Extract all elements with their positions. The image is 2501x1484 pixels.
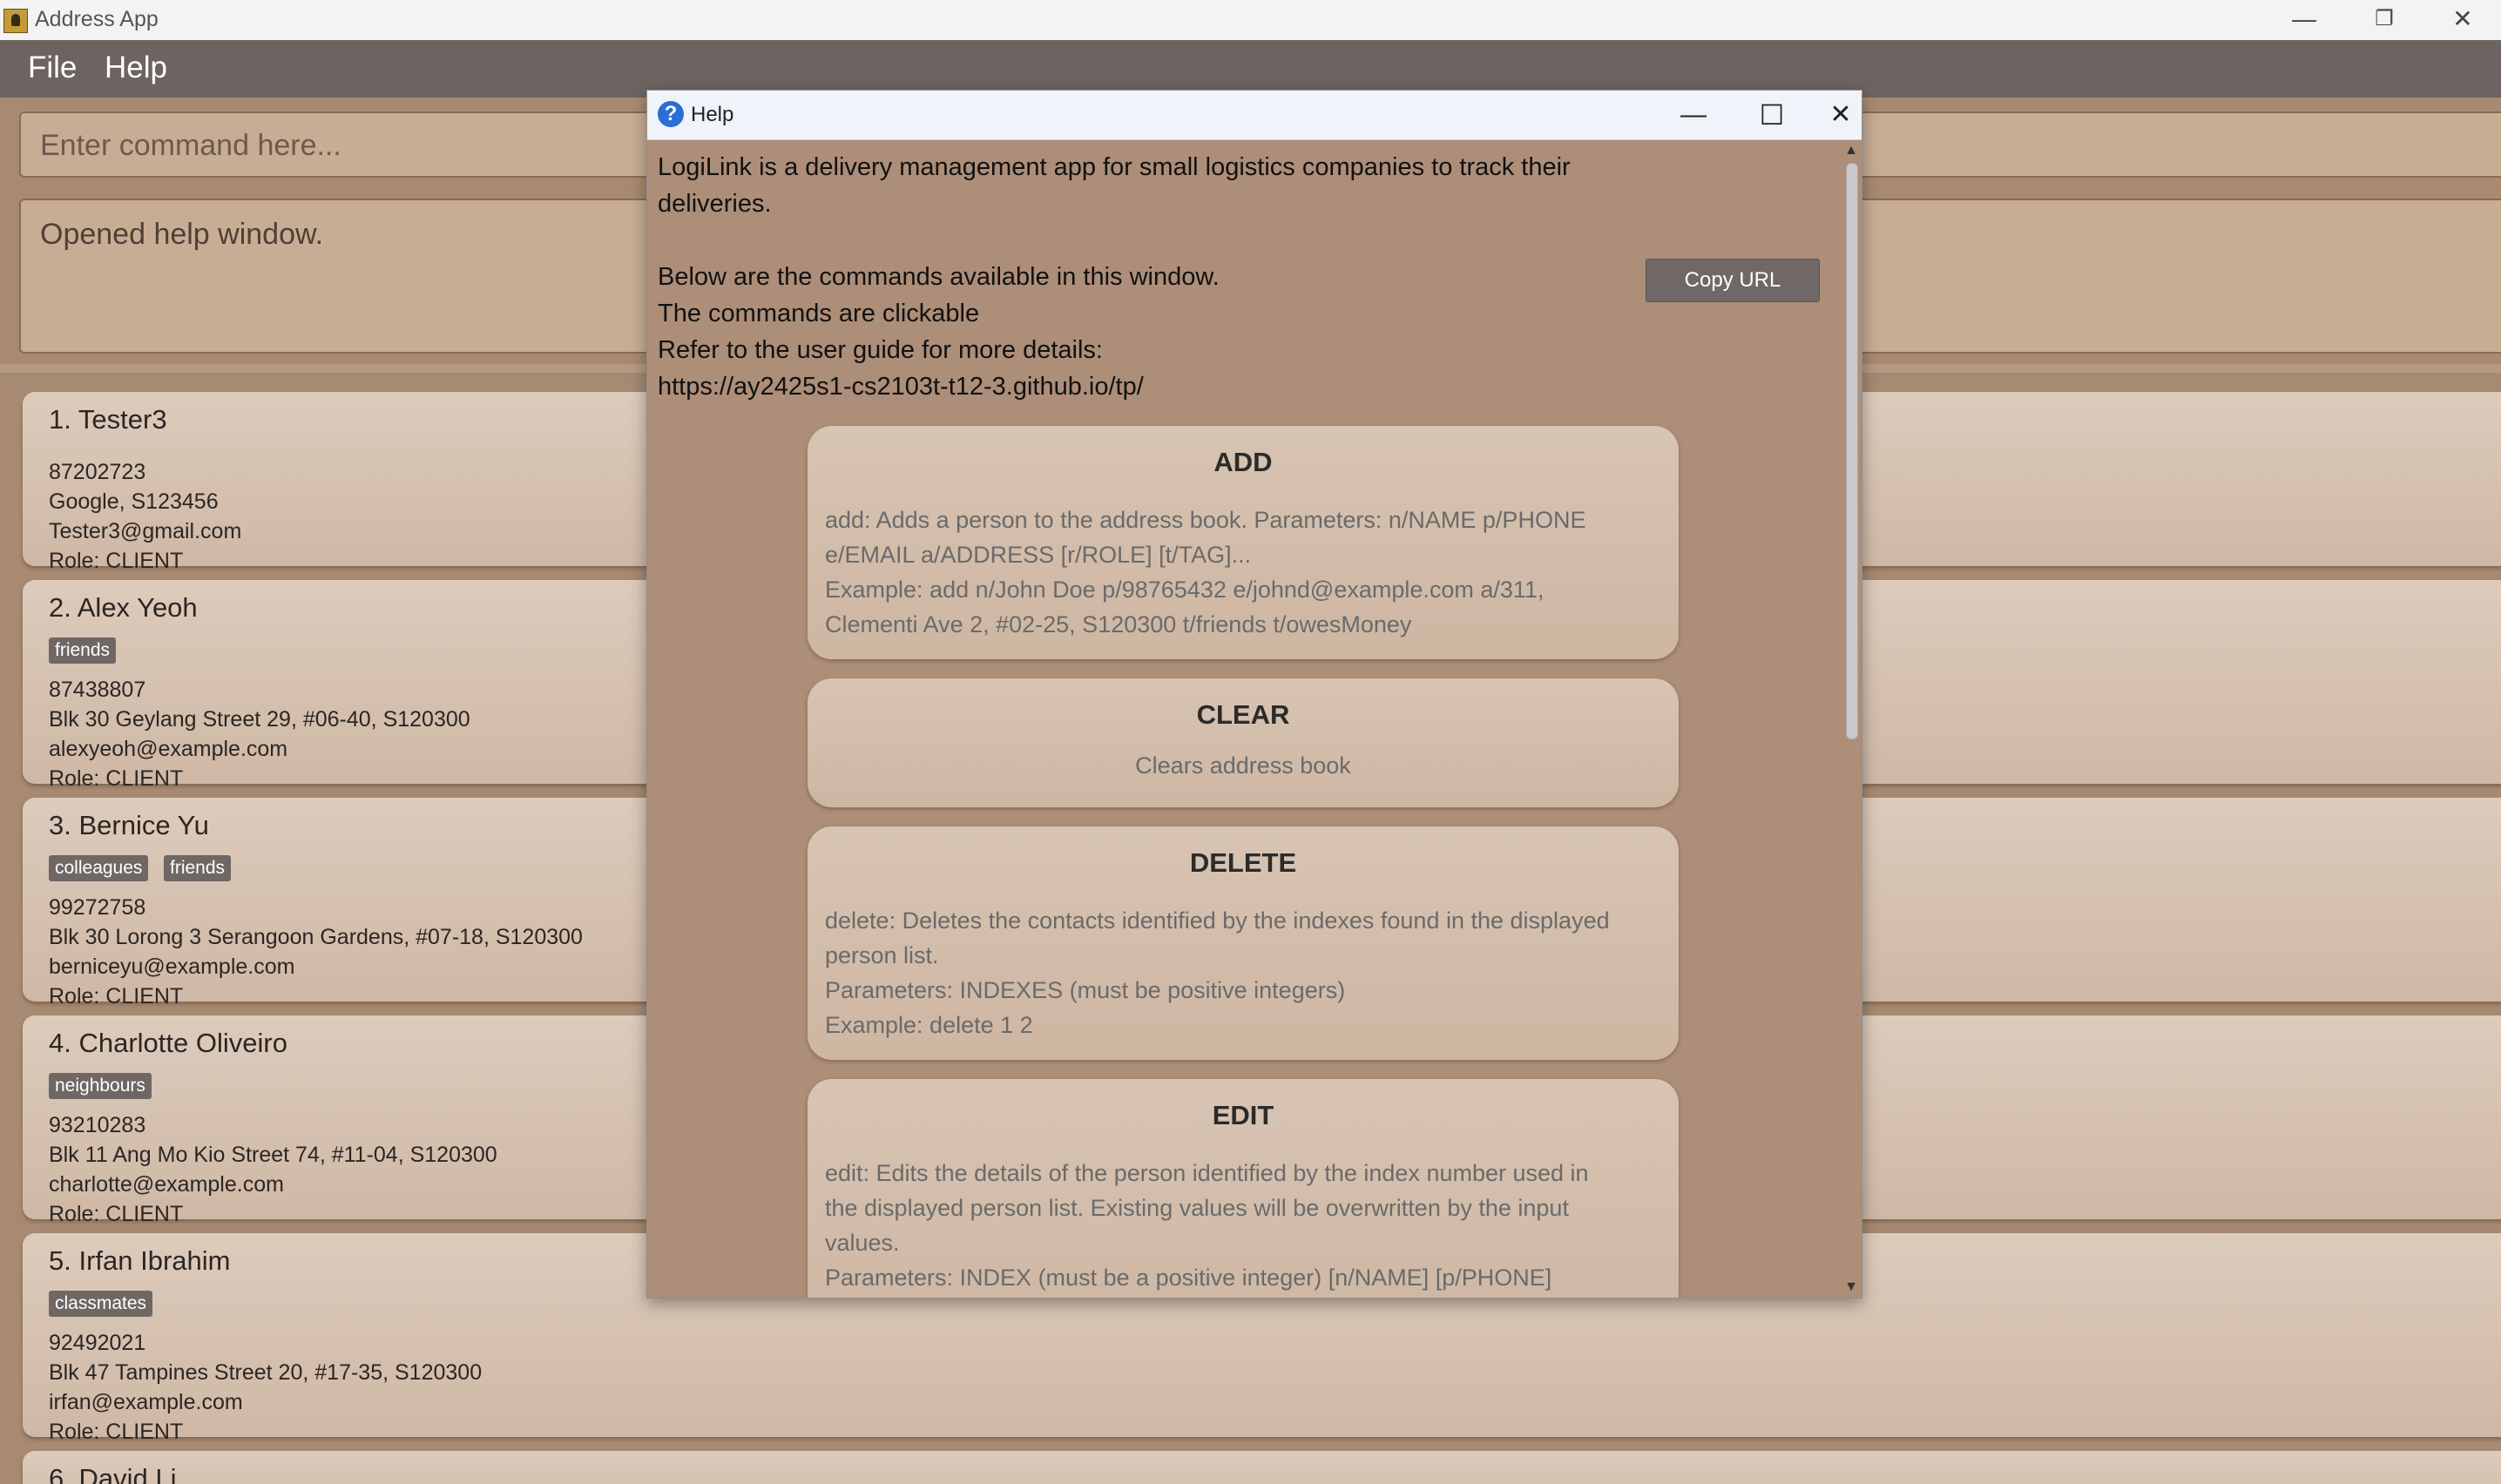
person-phone: 92492021 bbox=[49, 1331, 146, 1355]
user-guide-url: https://ay2425s1-cs2103t-t12-3.github.io… bbox=[658, 373, 1144, 401]
help-intro-line: Below are the commands available in this… bbox=[658, 263, 1220, 291]
app-book-icon bbox=[3, 9, 28, 33]
tag: neighbours bbox=[49, 1073, 152, 1099]
tag: friends bbox=[49, 637, 117, 664]
minimize-icon[interactable]: — bbox=[2265, 2, 2343, 37]
person-tags: friends bbox=[49, 637, 397, 664]
command-name: DELETE bbox=[1189, 847, 1297, 878]
copy-url-button[interactable]: Copy URL bbox=[1646, 259, 1820, 302]
person-name: 2. Alex Yeoh bbox=[49, 592, 198, 623]
scrollbar-thumb[interactable] bbox=[1846, 163, 1858, 739]
desc-line: Clears address book bbox=[1135, 752, 1351, 779]
person-address: Blk 47 Tampines Street 20, #17-35, S1203… bbox=[49, 1360, 483, 1385]
person-role: Role: CLIENT bbox=[49, 1420, 184, 1444]
person-email: charlotte@example.com bbox=[49, 1172, 284, 1197]
person-phone: 87438807 bbox=[49, 678, 146, 702]
desc-line: the displayed person list. Existing valu… bbox=[825, 1195, 1569, 1221]
command-name: ADD bbox=[1213, 447, 1273, 477]
person-card[interactable]: 6. David Li bbox=[23, 1451, 2501, 1484]
person-address: Blk 30 Lorong 3 Serangoon Gardens, #07-1… bbox=[49, 925, 583, 949]
desc-line: add: Adds a person to the address book. … bbox=[825, 507, 1586, 533]
help-intro-line: The commands are clickable bbox=[658, 300, 980, 327]
person-name: 1. Tester3 bbox=[49, 404, 167, 435]
result-text: Opened help window. bbox=[40, 218, 324, 251]
command-name: CLEAR bbox=[1196, 699, 1290, 730]
help-window-title: Help bbox=[691, 103, 734, 126]
desc-line: Example: delete 1 2 bbox=[825, 1012, 1033, 1038]
command-card-delete[interactable]: DELETE delete: Deletes the contacts iden… bbox=[808, 826, 1679, 1060]
close-icon[interactable]: ✕ bbox=[1820, 96, 1862, 134]
person-role: Role: CLIENT bbox=[49, 1202, 184, 1226]
maximize-icon[interactable]: ☐ bbox=[1741, 96, 1802, 134]
tag: classmates bbox=[49, 1291, 153, 1317]
command-card-edit[interactable]: EDIT edit: Edits the details of the pers… bbox=[808, 1079, 1679, 1298]
window-titlebar: Address App — ❐ ✕ bbox=[0, 0, 2501, 41]
scroll-down-icon[interactable]: ▼ bbox=[1841, 1277, 1862, 1298]
help-intro-line: LogiLink is a delivery management app fo… bbox=[658, 153, 1571, 181]
help-intro-line: deliveries. bbox=[658, 190, 772, 218]
help-titlebar: ? Help — ☐ ✕ bbox=[647, 91, 1862, 140]
person-email: berniceyu@example.com bbox=[49, 954, 295, 979]
window-title: Address App bbox=[35, 7, 159, 31]
person-phone: 87202723 bbox=[49, 460, 146, 484]
help-window: ? Help — ☐ ✕ LogiLink is a delivery mana… bbox=[646, 90, 1862, 1298]
help-scrollbar[interactable]: ▲ ▼ bbox=[1841, 140, 1862, 1298]
close-icon[interactable]: ✕ bbox=[2423, 2, 2501, 37]
person-name: 3. Bernice Yu bbox=[49, 810, 209, 840]
person-role: Role: CLIENT bbox=[49, 766, 184, 791]
person-name: 4. Charlotte Oliveiro bbox=[49, 1028, 287, 1058]
command-description: delete: Deletes the contacts identified … bbox=[825, 903, 1661, 1042]
person-name: 6. David Li bbox=[49, 1463, 177, 1484]
menu-file[interactable]: File bbox=[28, 51, 77, 85]
desc-line: e/EMAIL a/ADDRESS [r/ROLE] [t/TAG]... bbox=[825, 542, 1252, 568]
command-description: add: Adds a person to the address book. … bbox=[825, 503, 1661, 642]
command-card-clear[interactable]: CLEAR Clears address book bbox=[808, 678, 1679, 807]
command-card-add[interactable]: ADD add: Adds a person to the address bo… bbox=[808, 426, 1679, 659]
tag: colleagues bbox=[49, 855, 149, 881]
desc-line: Parameters: INDEXES (must be positive in… bbox=[825, 977, 1346, 1003]
person-phone: 93210283 bbox=[49, 1113, 146, 1137]
command-description: edit: Edits the details of the person id… bbox=[825, 1156, 1661, 1295]
person-address: Google, S123456 bbox=[49, 489, 219, 514]
help-content[interactable]: LogiLink is a delivery management app fo… bbox=[647, 140, 1841, 1298]
desc-line: Clementi Ave 2, #02-25, S120300 t/friend… bbox=[825, 611, 1412, 637]
desc-line: Example: add n/John Doe p/98765432 e/joh… bbox=[825, 577, 1545, 603]
person-email: Tester3@gmail.com bbox=[49, 519, 242, 543]
person-tags: classmates bbox=[49, 1291, 397, 1317]
desc-line: delete: Deletes the contacts identified … bbox=[825, 907, 1610, 934]
command-description: Clears address book bbox=[825, 748, 1661, 783]
desc-line: values. bbox=[825, 1230, 900, 1256]
person-tags: colleagues friends bbox=[49, 855, 397, 881]
help-intro-line: Refer to the user guide for more details… bbox=[658, 336, 1103, 364]
person-name: 5. Irfan Ibrahim bbox=[49, 1245, 231, 1276]
person-phone: 99272758 bbox=[49, 895, 146, 920]
desc-line: person list. bbox=[825, 942, 939, 968]
menu-help[interactable]: Help bbox=[105, 51, 167, 85]
command-name: EDIT bbox=[1212, 1100, 1274, 1130]
person-role: Role: CLIENT bbox=[49, 549, 184, 573]
person-address: Blk 11 Ang Mo Kio Street 74, #11-04, S12… bbox=[49, 1143, 497, 1167]
tag: friends bbox=[164, 855, 232, 881]
minimize-icon[interactable]: — bbox=[1663, 96, 1724, 134]
desc-line: edit: Edits the details of the person id… bbox=[825, 1160, 1589, 1186]
help-question-icon: ? bbox=[658, 101, 684, 127]
desc-line: Parameters: INDEX (must be a positive in… bbox=[825, 1265, 1552, 1291]
restore-icon[interactable]: ❐ bbox=[2345, 2, 2423, 37]
person-address: Blk 30 Geylang Street 29, #06-40, S12030… bbox=[49, 707, 470, 732]
person-role: Role: CLIENT bbox=[49, 984, 184, 1008]
person-email: irfan@example.com bbox=[49, 1390, 243, 1414]
scroll-up-icon[interactable]: ▲ bbox=[1841, 140, 1862, 161]
person-tags: neighbours bbox=[49, 1073, 397, 1099]
person-email: alexyeoh@example.com bbox=[49, 737, 288, 761]
